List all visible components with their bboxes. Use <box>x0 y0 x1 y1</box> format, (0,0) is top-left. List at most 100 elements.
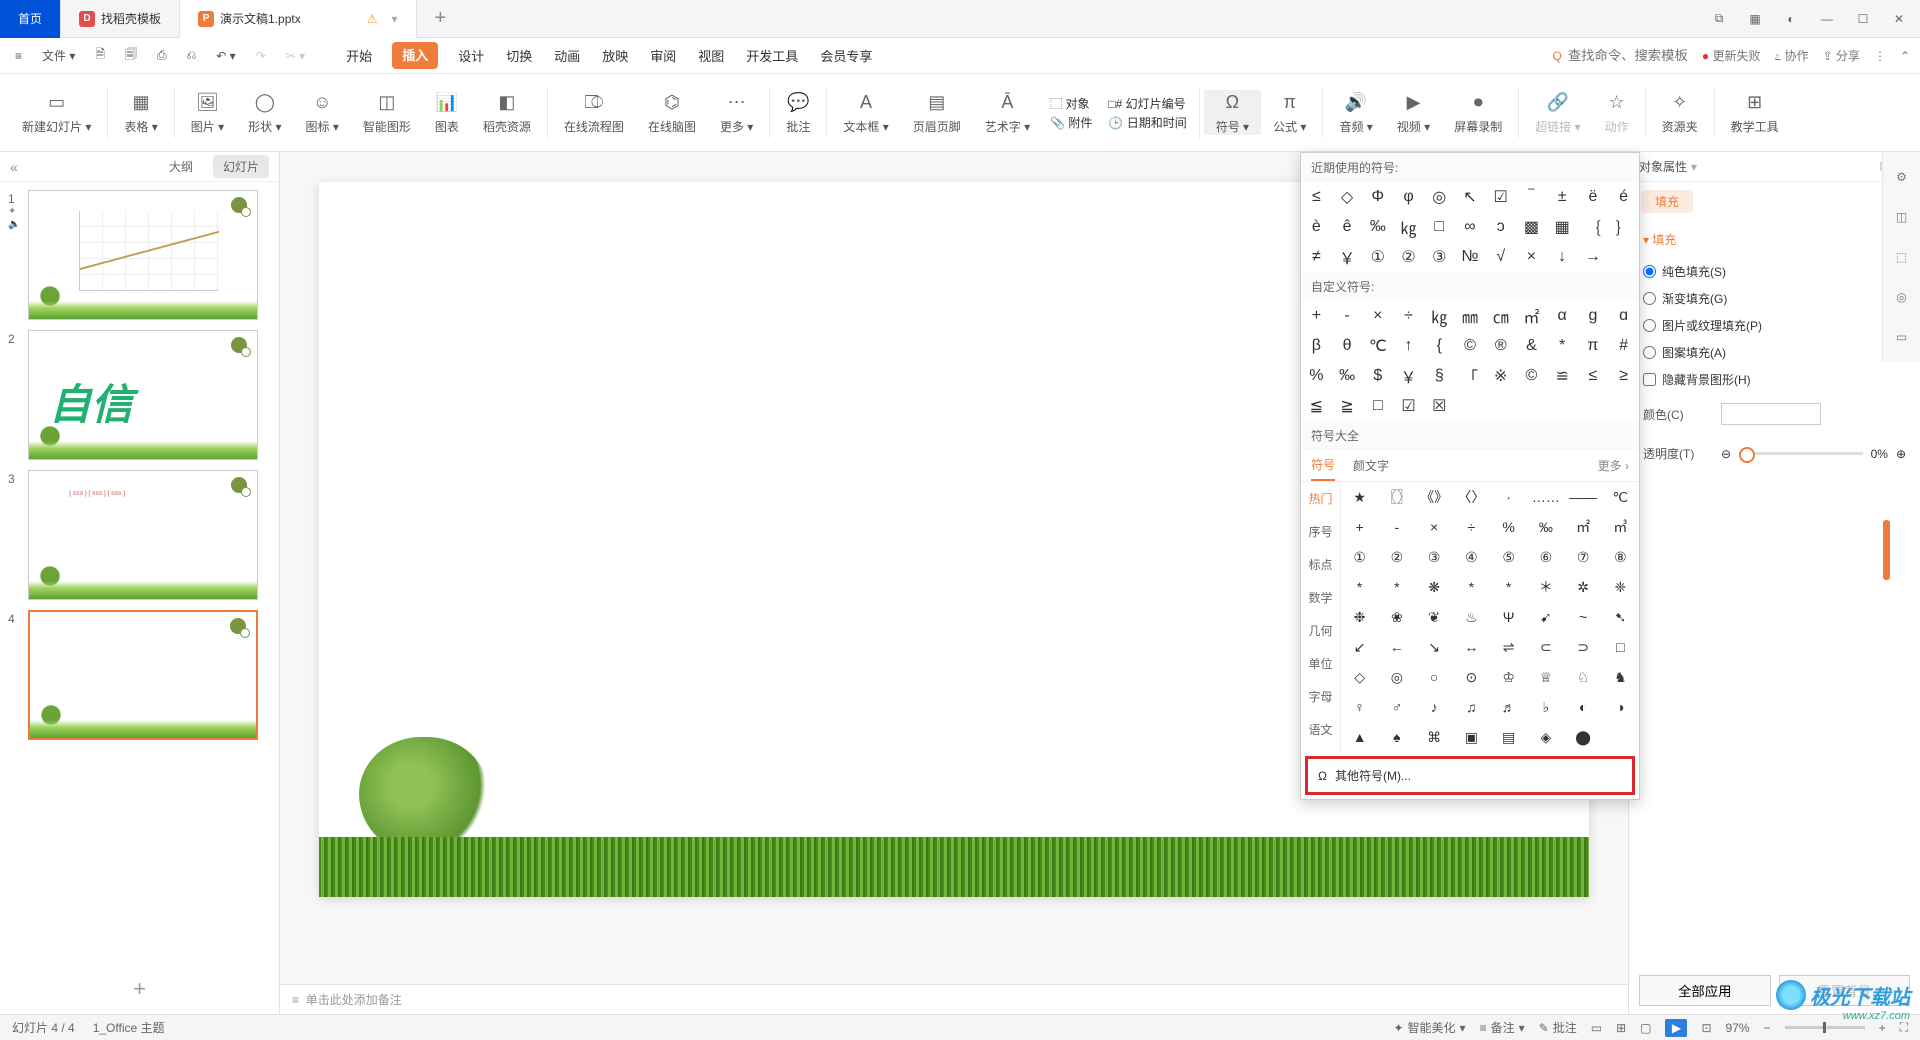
tool-select-icon[interactable]: ⬚ <box>1891 246 1913 268</box>
symbol-cell[interactable]: - <box>1332 301 1363 331</box>
symbol-item[interactable]: ⬤ <box>1565 722 1602 752</box>
rib-header-footer[interactable]: ▤页眉页脚 <box>901 90 973 135</box>
symbol-item[interactable]: ⌘ <box>1416 722 1453 752</box>
symbol-category[interactable]: 语文 <box>1301 713 1340 746</box>
zoom-slider[interactable] <box>1785 1026 1865 1029</box>
notes-placeholder[interactable]: 单击此处添加备注 <box>306 991 402 1008</box>
search-input[interactable] <box>1568 48 1688 63</box>
symbol-item[interactable]: ♭ <box>1527 692 1564 722</box>
symbol-item[interactable]: ⊃ <box>1565 632 1602 662</box>
symbol-category[interactable]: 几何 <box>1301 614 1340 647</box>
symbol-cell[interactable]: ɑ <box>1608 301 1639 331</box>
zoom-out-icon[interactable]: − <box>1764 1021 1771 1035</box>
symbol-item[interactable]: ② <box>1378 542 1415 572</box>
opacity-slider[interactable] <box>1739 452 1863 455</box>
tab-member[interactable]: 会员专享 <box>818 42 874 69</box>
sb-notes[interactable]: ≡ 备注 ▾ <box>1480 1019 1525 1036</box>
symbol-item[interactable]: * <box>1341 572 1378 602</box>
opacity-minus[interactable]: ⊖ <box>1721 447 1731 461</box>
share-button[interactable]: ⇪ 分享 <box>1823 47 1860 64</box>
symbol-category[interactable]: 热门 <box>1301 482 1340 515</box>
symbol-cell[interactable]: ↑ <box>1393 331 1424 361</box>
symbol-cell[interactable]: ☑ <box>1393 391 1424 421</box>
symbol-item[interactable]: ▣ <box>1453 722 1490 752</box>
symbol-cell[interactable]: ± <box>1547 182 1578 212</box>
symbol-cell[interactable]: ɔ <box>1485 212 1516 242</box>
symbol-item[interactable]: ♘ <box>1565 662 1602 692</box>
symbol-cell[interactable]: 「 <box>1455 361 1486 391</box>
rib-shape[interactable]: ◯形状 ▾ <box>236 90 293 135</box>
symbol-item[interactable]: □ <box>1602 632 1639 662</box>
tab-design[interactable]: 设计 <box>456 42 486 69</box>
save-icon[interactable]: 🗎 <box>90 42 110 69</box>
symbol-cell[interactable]: ｝ <box>1608 212 1639 242</box>
symbol-item[interactable]: ⑧ <box>1602 542 1639 572</box>
apps-icon[interactable]: ▦ <box>1744 8 1766 30</box>
symbol-item[interactable]: ← <box>1378 632 1415 662</box>
rib-table[interactable]: ▦表格 ▾ <box>112 90 169 135</box>
symbol-cell[interactable]: % <box>1301 361 1332 391</box>
symbol-item[interactable]: * <box>1453 572 1490 602</box>
symbol-cell[interactable]: ‰ <box>1362 212 1393 242</box>
add-slide-button[interactable]: + <box>0 964 279 1014</box>
symbol-item[interactable]: · <box>1490 482 1527 512</box>
rib-chart[interactable]: 📊图表 <box>423 90 471 135</box>
symbol-item[interactable]: ◎ <box>1378 662 1415 692</box>
symbol-cell[interactable]: ≧ <box>1332 391 1363 421</box>
symbol-cell[interactable]: ↖ <box>1455 182 1486 212</box>
slide-thumb-2[interactable]: 自信 <box>28 330 258 460</box>
symbol-item[interactable]: ④ <box>1453 542 1490 572</box>
rib-object[interactable]: ⬚ 对象 <box>1050 95 1092 112</box>
symbol-cell[interactable]: ɡ <box>1578 301 1609 331</box>
symbol-cell[interactable]: ※ <box>1485 361 1516 391</box>
symbol-category[interactable]: 数学 <box>1301 581 1340 614</box>
symbol-cell[interactable]: ≦ <box>1301 391 1332 421</box>
user-avatar-icon[interactable]: ◐ <box>1780 8 1802 30</box>
zoom-in-icon[interactable]: + <box>1879 1021 1886 1035</box>
symbol-item[interactable]: 〖〗 <box>1378 482 1415 512</box>
symbol-item[interactable]: ➹ <box>1527 602 1564 632</box>
symbol-item[interactable]: 《》 <box>1416 482 1453 512</box>
rib-new-slide[interactable]: ▭新建幻灯片 ▾ <box>10 90 103 135</box>
symbol-item[interactable]: ↙ <box>1341 632 1378 662</box>
symbol-item[interactable]: ❀ <box>1378 602 1415 632</box>
update-failed[interactable]: ● 更新失败 <box>1702 47 1761 64</box>
tab-animation[interactable]: 动画 <box>552 42 582 69</box>
symbol-cell[interactable]: ㎝ <box>1485 301 1516 331</box>
symbol-item[interactable]: * <box>1490 572 1527 602</box>
symbol-cell[interactable]: ㎏ <box>1393 212 1424 242</box>
symbol-cell[interactable]: ㎡ <box>1516 301 1547 331</box>
symbol-cell[interactable]: { <box>1424 331 1455 361</box>
symbol-cell[interactable]: ℃ <box>1362 331 1393 361</box>
rib-slide-number[interactable]: □# 幻灯片编号 <box>1108 95 1186 112</box>
symbol-item[interactable]: ❈ <box>1602 572 1639 602</box>
symbol-item[interactable]: ℃ <box>1602 482 1639 512</box>
symbol-item[interactable]: ÷ <box>1453 512 1490 542</box>
slide-thumb-4[interactable] <box>28 610 258 740</box>
print-preview-icon[interactable]: ⎌ <box>182 45 202 66</box>
check-hidebg[interactable]: 隐藏背景图形(H) <box>1643 366 1906 393</box>
symbol-item[interactable]: ★ <box>1341 482 1378 512</box>
opacity-plus[interactable]: ⊕ <box>1896 447 1906 461</box>
symbol-item[interactable]: ♕ <box>1527 662 1564 692</box>
redo-icon[interactable]: ↷ <box>251 46 271 66</box>
slide-thumb-3[interactable]: { ≡≡≡ } [ ≡≡≡ ] { ≡≡≡ } <box>28 470 258 600</box>
symbol-cell[interactable]: ≤ <box>1578 361 1609 391</box>
symbol-item[interactable]: ➷ <box>1602 602 1639 632</box>
symbol-cell[interactable]: ☑ <box>1485 182 1516 212</box>
symbol-item[interactable]: ◐ <box>1565 692 1602 722</box>
symbol-cell[interactable]: ≥ <box>1608 361 1639 391</box>
symbol-category[interactable]: 单位 <box>1301 647 1340 680</box>
symbol-cell[interactable]: ◇ <box>1332 182 1363 212</box>
view-normal-icon[interactable]: ▭ <box>1591 1021 1602 1035</box>
symbol-cell[interactable]: ↓ <box>1547 242 1578 272</box>
symbol-item[interactable]: ↘ <box>1416 632 1453 662</box>
symbol-item[interactable]: ◑ <box>1602 692 1639 722</box>
symbol-item[interactable]: ♪ <box>1416 692 1453 722</box>
symbol-cell[interactable]: α <box>1547 301 1578 331</box>
symbol-cell[interactable]: ê <box>1332 212 1363 242</box>
symbol-item[interactable]: ㎥ <box>1602 512 1639 542</box>
symbol-cell[interactable]: β <box>1301 331 1332 361</box>
fullscreen-icon[interactable]: ⛶ <box>1900 1020 1908 1035</box>
symbol-item[interactable]: ❉ <box>1341 602 1378 632</box>
